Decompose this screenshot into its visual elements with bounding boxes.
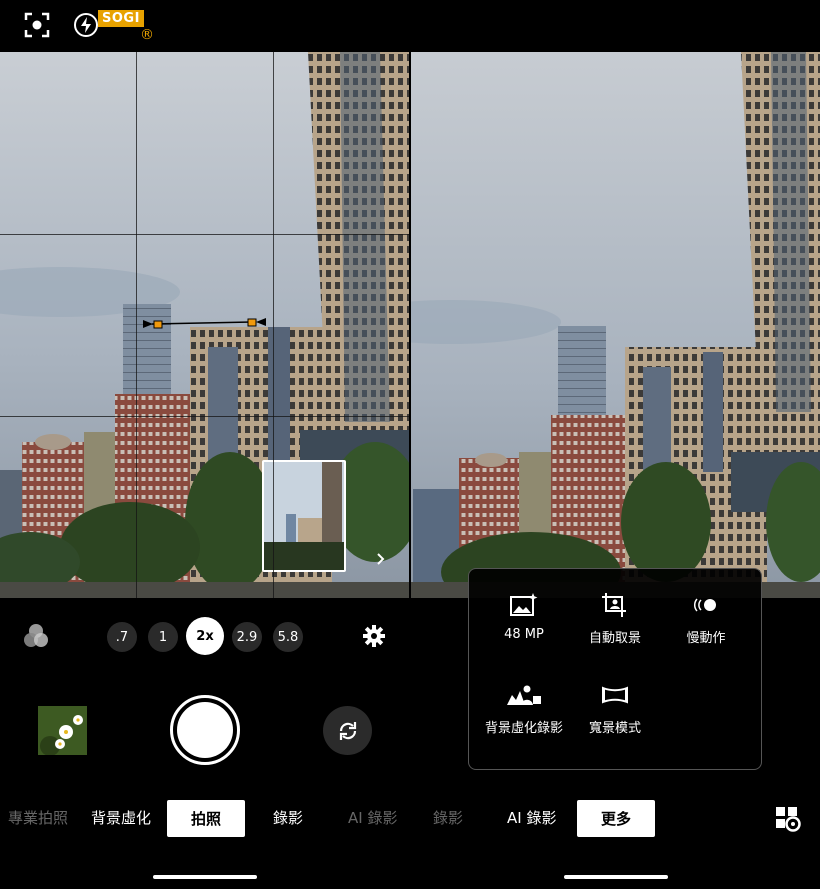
- mode-photo-selected[interactable]: 拍照: [167, 800, 246, 837]
- home-indicator[interactable]: [564, 875, 668, 879]
- camera-screen-left: SOGI ® .7 1 2x 2.9 5.8 專業拍照 背景虛化 拍照 錄影 A…: [0, 0, 410, 889]
- mode-layout-settings-icon[interactable]: [775, 806, 801, 836]
- switch-camera-icon[interactable]: [323, 706, 372, 755]
- zoom-2x-selected[interactable]: 2x: [186, 617, 224, 655]
- home-indicator[interactable]: [153, 875, 257, 879]
- settings-gear-icon[interactable]: [362, 624, 386, 652]
- menu-item-slow-motion[interactable]: 慢動作: [661, 593, 751, 646]
- menu-item-label: 寬景模式: [588, 721, 641, 736]
- hi-res-photo-icon: [510, 593, 538, 616]
- mode-more-selected[interactable]: 更多: [577, 800, 656, 837]
- panorama-icon: [602, 686, 628, 704]
- flash-auto-icon[interactable]: [73, 12, 99, 38]
- viewfinder[interactable]: [411, 52, 820, 598]
- zoom-2.9[interactable]: 2.9: [232, 622, 262, 652]
- menu-item-panorama[interactable]: 寬景模式: [570, 683, 660, 736]
- mode-video[interactable]: 錄影: [433, 807, 463, 828]
- menu-item-bokeh-video[interactable]: 背景虛化錄影: [479, 683, 569, 736]
- menu-item-label: 自動取景: [588, 631, 641, 646]
- grid-line: [136, 52, 137, 598]
- zoom-1[interactable]: 1: [148, 622, 178, 652]
- camera-screen-right: 48 MP 自動取景 慢動作 背景虛化錄影 寬景模式 錄影 AI 錄影 更多: [411, 0, 820, 889]
- menu-item-label: 48 MP: [504, 627, 544, 642]
- zoom-5.8[interactable]: 5.8: [273, 622, 303, 652]
- bokeh-video-icon: [507, 685, 541, 705]
- grid-line: [0, 416, 409, 417]
- more-modes-menu: 48 MP 自動取景 慢動作 背景虛化錄影 寬景模式: [468, 568, 762, 770]
- focus-frame-icon[interactable]: [24, 12, 50, 38]
- color-filter-icon[interactable]: [22, 622, 50, 654]
- slow-motion-icon: [693, 598, 716, 612]
- menu-item-label: 背景虛化錄影: [484, 721, 563, 736]
- viewfinder[interactable]: [0, 52, 409, 598]
- mode-ai-video[interactable]: AI 錄影: [348, 807, 397, 828]
- menu-item-48mp[interactable]: 48 MP: [479, 593, 569, 642]
- gallery-thumbnail[interactable]: [38, 706, 87, 755]
- zoom-0.7[interactable]: .7: [107, 622, 137, 652]
- watermark-trademark: ®: [140, 27, 154, 43]
- mode-ai-video[interactable]: AI 錄影: [507, 807, 556, 828]
- shutter-button[interactable]: [170, 695, 240, 765]
- mode-pro-photo[interactable]: 專業拍照: [8, 807, 68, 828]
- mode-bokeh[interactable]: 背景虛化: [91, 807, 151, 828]
- grid-line: [0, 234, 409, 235]
- menu-item-auto-framing[interactable]: 自動取景: [570, 593, 660, 646]
- mode-video[interactable]: 錄影: [273, 807, 303, 828]
- auto-framing-icon: [602, 593, 626, 617]
- watermark-brand: SOGI: [98, 10, 144, 27]
- grid-line: [273, 52, 274, 598]
- menu-item-label: 慢動作: [686, 631, 726, 646]
